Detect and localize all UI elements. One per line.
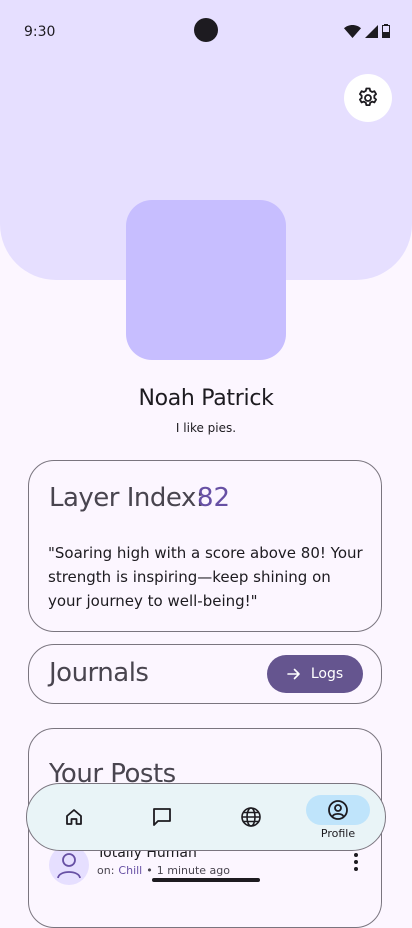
camera-cutout	[194, 18, 218, 42]
layer-index-quote: "Soaring high with a score above 80! You…	[48, 544, 363, 610]
layer-index-card: Layer Index: 82 "Soaring high with a sco…	[28, 460, 382, 632]
settings-button[interactable]	[344, 74, 392, 122]
globe-icon	[241, 807, 261, 827]
post-channel-link[interactable]: Chill	[118, 864, 142, 877]
layer-index-value: 82	[197, 483, 231, 513]
post-author-avatar[interactable]	[49, 845, 89, 885]
status-icons	[344, 24, 390, 38]
more-vert-icon	[354, 853, 358, 871]
profile-name: Noah Patrick	[138, 386, 274, 411]
person-icon	[57, 853, 81, 879]
nav-home[interactable]	[42, 784, 106, 850]
nav-profile[interactable]: Profile	[306, 784, 370, 850]
layer-index-title: Layer Index:	[49, 483, 205, 513]
logs-button-label: Logs	[310, 666, 344, 682]
profile-icon	[328, 799, 348, 820]
separator-dot-icon: •	[146, 864, 153, 877]
bottom-navigation: Profile	[26, 783, 386, 851]
wifi-icon	[344, 24, 361, 38]
profile-avatar[interactable]	[126, 200, 286, 360]
arrow-right-icon	[287, 668, 300, 680]
logs-button[interactable]: Logs	[267, 655, 363, 693]
post-more-button[interactable]	[345, 847, 367, 877]
nav-profile-label: Profile	[320, 826, 356, 840]
home-icon	[66, 809, 82, 825]
journals-card: Journals Logs	[28, 644, 382, 704]
gear-icon	[359, 87, 377, 106]
signal-icon	[365, 24, 378, 38]
post-on-label: on:	[97, 864, 115, 877]
profile-bio: I like pies.	[175, 421, 237, 435]
gesture-handle[interactable]	[152, 878, 260, 882]
nav-chat[interactable]	[130, 784, 194, 850]
post-time: 1 minute ago	[156, 864, 230, 877]
status-time: 9:30	[24, 24, 56, 40]
nav-explore[interactable]	[219, 784, 283, 850]
post-meta: on: Chill • 1 minute ago	[97, 864, 230, 877]
journals-title: Journals	[49, 658, 149, 688]
chat-icon	[153, 808, 171, 826]
status-bar: 9:30	[0, 0, 412, 60]
battery-icon	[382, 24, 390, 38]
